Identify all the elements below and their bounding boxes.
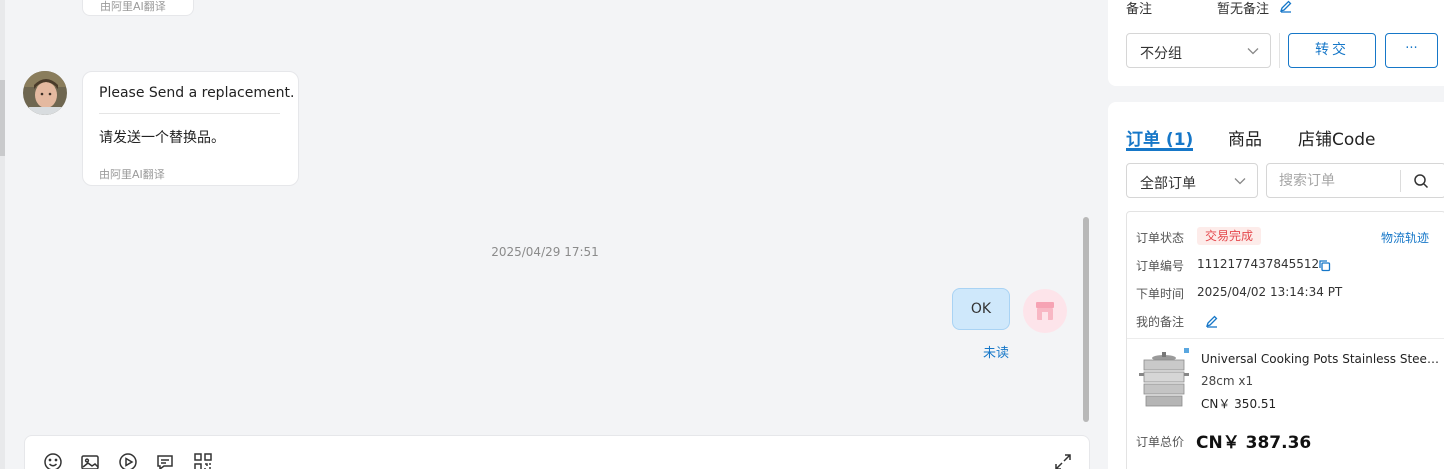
more-button[interactable]: ··· — [1385, 33, 1438, 68]
order-number-label: 订单编号 — [1136, 259, 1185, 273]
chat-scrollbar[interactable] — [1083, 217, 1089, 422]
product-variant: 28cm x1 — [1201, 374, 1254, 388]
translation-divider — [99, 113, 280, 114]
chevron-down-icon — [1234, 178, 1246, 185]
shop-avatar[interactable] — [1023, 289, 1067, 333]
remark-label: 备注 — [1126, 2, 1153, 17]
order-filter-select[interactable]: 全部订单 — [1126, 163, 1258, 198]
search-divider — [1400, 170, 1401, 192]
left-scroll-indicator[interactable] — [0, 80, 5, 156]
read-status: 未读 — [983, 346, 1010, 361]
search-icon[interactable] — [1413, 173, 1429, 189]
shop-icon — [1036, 302, 1054, 320]
product-image[interactable] — [1136, 346, 1192, 410]
customer-avatar[interactable] — [23, 71, 67, 115]
qr-icon[interactable] — [193, 452, 213, 469]
chevron-down-icon — [1247, 48, 1259, 55]
remark-value: 暂无备注 — [1217, 2, 1270, 17]
order-number-value: 1112177437845512 — [1197, 257, 1320, 271]
transfer-button[interactable]: 转交 — [1288, 33, 1376, 68]
my-remark-label: 我的备注 — [1136, 315, 1185, 329]
group-select[interactable]: 不分组 — [1126, 33, 1271, 68]
tab-products[interactable]: 商品 — [1228, 125, 1262, 150]
divider — [1279, 33, 1280, 68]
group-select-value: 不分组 — [1140, 46, 1182, 62]
translation-note: 由阿里AI翻译 — [99, 168, 165, 181]
order-time-label: 下单时间 — [1136, 287, 1185, 301]
order-search-box — [1266, 163, 1444, 198]
product-title[interactable]: Universal Cooking Pots Stainless Steel S… — [1201, 352, 1441, 366]
tab-store-code[interactable]: 店铺Code — [1298, 125, 1376, 150]
expand-icon[interactable] — [1053, 452, 1073, 469]
chat-area: 由阿里AI翻译 Please Send a replacement. 请发送一个… — [0, 0, 1098, 469]
order-total-label: 订单总价 — [1136, 435, 1185, 449]
left-edge-bar — [0, 0, 5, 469]
order-divider — [1127, 338, 1444, 339]
message-composer — [24, 435, 1090, 469]
message-timestamp: 2025/04/29 17:51 — [491, 245, 599, 259]
message-translated-text: 请发送一个替换品。 — [99, 130, 225, 146]
logistics-link[interactable]: 物流轨迹 — [1381, 229, 1429, 246]
product-price: CN￥ 350.51 — [1201, 397, 1277, 411]
copy-icon[interactable] — [1318, 257, 1331, 276]
order-status-badge: 交易完成 — [1197, 227, 1262, 245]
outgoing-message-bubble[interactable]: OK — [952, 288, 1010, 330]
image-icon[interactable] — [80, 452, 100, 469]
active-tab-indicator — [1126, 148, 1193, 151]
tab-orders[interactable]: 订单 (1) — [1126, 125, 1193, 150]
incoming-message-bubble[interactable]: Please Send a replacement. 请发送一个替换品。 由阿里… — [82, 71, 299, 186]
edit-remark-icon[interactable] — [1205, 313, 1219, 332]
customer-panel: 备注 暂无备注 不分组 转交 ··· 订单 (1) 商品 店铺Code 全部订单… — [1098, 0, 1444, 469]
translation-note: 由阿里AI翻译 — [100, 0, 166, 13]
message-original-text: Please Send a replacement. — [99, 85, 295, 101]
order-total-value: CN￥ 387.36 — [1196, 433, 1312, 453]
previous-message-bubble: 由阿里AI翻译 — [82, 0, 194, 16]
order-search-input[interactable] — [1279, 172, 1389, 188]
emoji-icon[interactable] — [43, 452, 63, 469]
order-time-value: 2025/04/02 13:14:34 PT — [1197, 285, 1343, 299]
video-icon[interactable] — [118, 452, 138, 469]
order-status-label: 订单状态 — [1136, 231, 1185, 245]
order-filter-value: 全部订单 — [1140, 176, 1196, 192]
edit-remark-icon[interactable] — [1279, 0, 1293, 17]
quick-reply-icon[interactable] — [155, 452, 175, 469]
